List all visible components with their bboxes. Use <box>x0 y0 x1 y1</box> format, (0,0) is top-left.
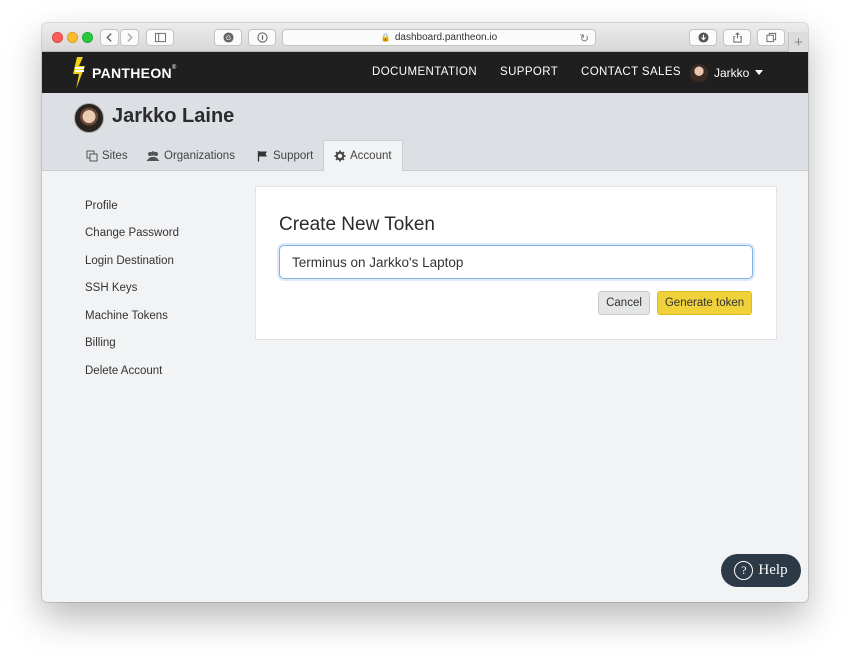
plus-icon: + <box>794 33 803 51</box>
top-navigation: PANTHEON® DOCUMENTATION SUPPORT CONTACT … <box>42 52 808 93</box>
avatar <box>690 63 708 82</box>
tab-support[interactable]: Support <box>253 140 317 171</box>
zoom-window-button[interactable] <box>82 32 93 43</box>
browser-toolbar: G 🔒 dashboard.pantheon.io ↻ + <box>42 23 808 52</box>
share-icon <box>732 32 742 43</box>
tabs-overview-button[interactable] <box>757 29 785 46</box>
chevron-left-icon <box>106 33 112 42</box>
nav-link-documentation[interactable]: DOCUMENTATION <box>372 52 477 93</box>
grammarly-icon: G <box>222 32 234 43</box>
gear-icon <box>334 150 346 162</box>
pantheon-logo-icon <box>73 57 85 89</box>
chevron-right-icon <box>127 33 133 42</box>
svg-text:G: G <box>226 35 231 42</box>
lock-icon: 🔒 <box>380 33 391 42</box>
question-icon: ? <box>734 561 754 580</box>
minimize-window-button[interactable] <box>67 32 78 43</box>
downloads-button[interactable] <box>689 29 717 46</box>
nav-link-contact-sales[interactable]: CONTACT SALES <box>581 52 681 93</box>
new-tab-button[interactable]: + <box>788 32 808 52</box>
tab-label: Organizations <box>164 149 235 162</box>
sidebar-item-login-destination[interactable]: Login Destination <box>85 255 174 267</box>
sidebar-item-billing[interactable]: Billing <box>85 337 116 349</box>
help-button[interactable]: ? Help <box>721 554 801 587</box>
sidebar-icon <box>154 32 166 43</box>
tab-organizations[interactable]: Organizations <box>142 140 239 171</box>
share-button[interactable] <box>723 29 751 46</box>
address-bar[interactable]: 🔒 dashboard.pantheon.io ↻ <box>282 29 596 46</box>
sidebar-item-profile[interactable]: Profile <box>85 200 118 212</box>
close-window-button[interactable] <box>52 32 63 43</box>
nav-link-support[interactable]: SUPPORT <box>500 52 558 93</box>
sidebar-item-machine-tokens[interactable]: Machine Tokens <box>85 310 168 322</box>
tab-sites[interactable]: Sites <box>82 140 132 171</box>
tab-label: Sites <box>102 149 128 162</box>
tabs-icon <box>765 32 776 43</box>
generate-token-button[interactable]: Generate token <box>657 291 752 315</box>
sidebar-item-ssh-keys[interactable]: SSH Keys <box>85 282 137 294</box>
sidebar-toggle-button[interactable] <box>146 29 174 46</box>
user-menu[interactable]: Jarkko <box>690 52 764 93</box>
registered-mark: ® <box>171 65 177 71</box>
cancel-button[interactable]: Cancel <box>598 291 650 315</box>
create-token-card: Create New Token Cancel Generate token <box>255 186 777 340</box>
password-extension-button[interactable] <box>248 29 276 46</box>
profile-avatar <box>74 103 104 133</box>
back-button[interactable] <box>100 29 119 46</box>
tab-label: Account <box>350 150 392 162</box>
page-title: Jarkko Laine <box>112 105 235 127</box>
reload-icon[interactable]: ↻ <box>580 32 589 45</box>
browser-window: G 🔒 dashboard.pantheon.io ↻ + PANTHEON® … <box>42 23 808 602</box>
address-url: dashboard.pantheon.io <box>394 32 498 43</box>
sidebar-item-change-password[interactable]: Change Password <box>85 227 179 239</box>
grammarly-extension-button[interactable]: G <box>214 29 242 46</box>
users-icon <box>146 150 160 162</box>
info-icon <box>256 32 268 43</box>
tab-label: Support <box>273 149 314 162</box>
brand-logo[interactable]: PANTHEON® <box>72 56 177 90</box>
user-menu-name: Jarkko <box>714 65 750 80</box>
download-icon <box>697 32 709 43</box>
tab-account[interactable]: Account <box>323 140 403 172</box>
forward-button[interactable] <box>120 29 139 46</box>
token-name-input[interactable] <box>279 245 753 279</box>
caret-down-icon <box>755 70 764 75</box>
profile-header: Jarkko Laine Sites Organizations Support… <box>42 93 808 172</box>
help-label: Help <box>758 562 788 578</box>
brand-name: PANTHEON® <box>92 65 177 81</box>
card-title: Create New Token <box>279 214 435 235</box>
copy-icon <box>86 150 98 162</box>
sidebar-item-delete-account[interactable]: Delete Account <box>85 365 162 377</box>
flag-icon <box>257 150 269 162</box>
